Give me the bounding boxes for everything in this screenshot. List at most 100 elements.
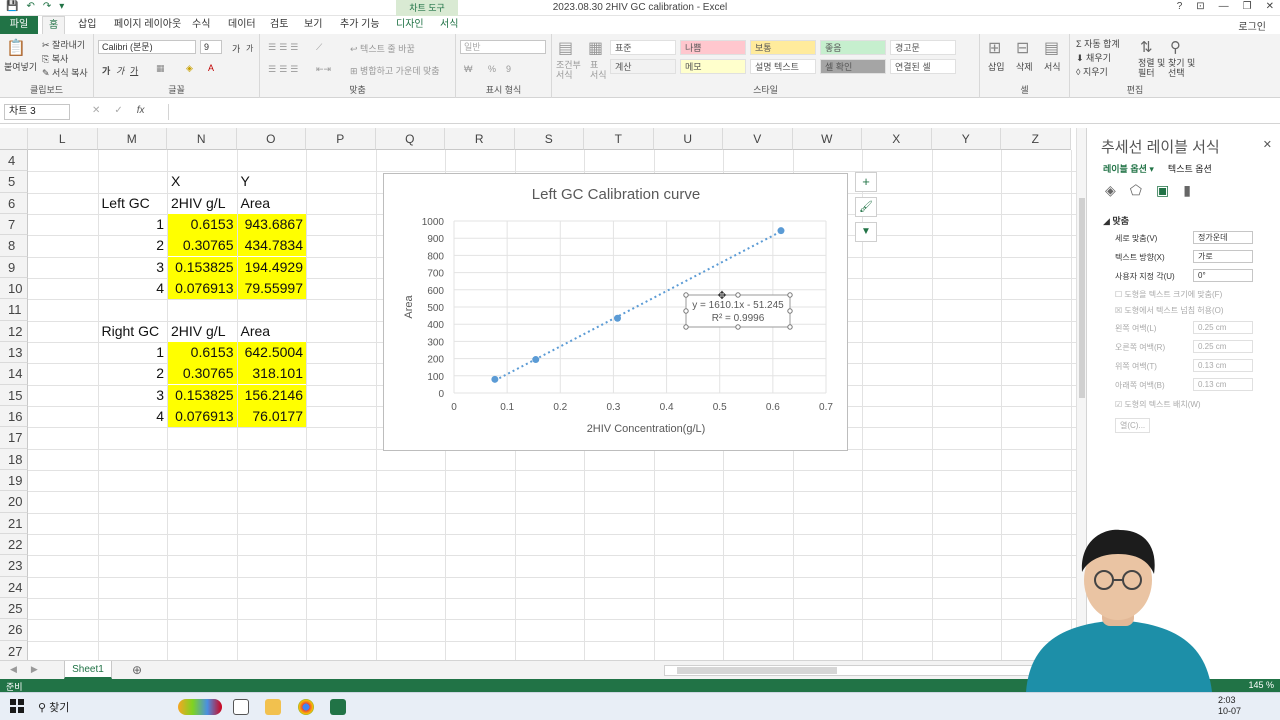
cell-o16[interactable]: 76.0177 (237, 405, 306, 427)
cell-m13[interactable]: 1 (99, 342, 168, 363)
minimize-button[interactable]: — (1219, 1, 1229, 12)
row-header-14[interactable]: 14 (0, 363, 28, 385)
column-header-w[interactable]: W (792, 128, 862, 150)
column-header-r[interactable]: R (445, 128, 515, 150)
row-header-11[interactable]: 11 (0, 299, 28, 321)
column-header-o[interactable]: O (236, 128, 306, 150)
excel-taskbar-icon[interactable] (330, 699, 346, 715)
tab-formulas[interactable]: 수식 (186, 16, 216, 34)
cell-o5[interactable]: Y (238, 171, 307, 192)
cell-n15[interactable]: 0.153825 (168, 384, 237, 406)
restore-button[interactable]: ❐ (1243, 1, 1252, 12)
cell-o14[interactable]: 318.101 (237, 363, 306, 385)
find-select-icon[interactable]: ⚲ (1170, 38, 1181, 56)
cell-m9[interactable]: 3 (99, 257, 168, 278)
font-name-select[interactable]: Calibri (본문) (98, 40, 196, 54)
cell-n13[interactable]: 0.6153 (168, 341, 237, 363)
formula-input[interactable] (168, 104, 1272, 120)
row-header-23[interactable]: 23 (0, 555, 28, 577)
paste-button[interactable]: 붙여넣기 (4, 60, 37, 73)
delete-cells-icon[interactable]: ⊟ (1016, 38, 1029, 58)
cell-m12[interactable]: Right GC (99, 321, 168, 342)
conditional-format-icon[interactable]: ▤ (558, 38, 573, 58)
prev-sheet-button[interactable]: ◀ (10, 664, 17, 675)
cell-style-1-3[interactable]: 셀 확인 (820, 59, 886, 74)
size-properties-icon[interactable]: ▣ (1156, 182, 1169, 199)
cell-o13[interactable]: 642.5004 (237, 341, 306, 363)
orientation-icon[interactable]: ⟋ (316, 42, 322, 53)
row-header-21[interactable]: 21 (0, 512, 28, 534)
tab-home[interactable]: 홈 (42, 16, 66, 34)
tab-data[interactable]: 데이터 (222, 16, 262, 34)
percent-button[interactable]: % (488, 64, 496, 74)
pane-close-button[interactable]: ✕ (1263, 138, 1272, 151)
horizontal-align-icons[interactable]: ☰☰☰ (268, 64, 301, 75)
cell-o8[interactable]: 434.7834 (237, 235, 306, 257)
cell-style-1-4[interactable]: 연결된 셀 (890, 59, 956, 74)
row-header-6[interactable]: 6 (0, 192, 28, 214)
row-header-7[interactable]: 7 (0, 213, 28, 236)
shrink-font-button[interactable]: 가 (246, 43, 253, 54)
horizontal-scroll-thumb[interactable] (677, 667, 837, 674)
cell-style-0-2[interactable]: 보통 (750, 40, 816, 55)
next-sheet-button[interactable]: ▶ (31, 664, 38, 675)
cell-style-0-4[interactable]: 경고문 (890, 40, 956, 55)
cell-o7[interactable]: 943.6867 (237, 213, 306, 235)
cell-n12[interactable]: 2HIV g/L (168, 321, 237, 342)
row-header-4[interactable]: 4 (0, 150, 28, 172)
number-format-select[interactable]: 일반 (460, 40, 546, 54)
comma-button[interactable]: 9 (506, 64, 511, 74)
enter-icon[interactable]: ✓ (114, 105, 122, 116)
cell-m14[interactable]: 2 (99, 363, 168, 384)
find-select-button[interactable]: 찾기 및 선택 (1168, 58, 1195, 78)
fill-color-icon[interactable]: ◈ (186, 63, 193, 74)
row-header-15[interactable]: 15 (0, 384, 28, 406)
wrap-text-button[interactable]: ↩ 텍스트 줄 바꿈 (350, 42, 415, 55)
format-painter-button[interactable]: ✎ 서식 복사 (42, 66, 88, 79)
autosum-button[interactable]: Σ 자동 합계 (1076, 37, 1120, 50)
cell-style-0-0[interactable]: 표준 (610, 40, 676, 55)
row-header-17[interactable]: 17 (0, 427, 28, 449)
tab-addins[interactable]: 추가 기능 (334, 16, 386, 34)
column-header-y[interactable]: Y (931, 128, 1001, 150)
cell-o10[interactable]: 79.55997 (237, 277, 306, 299)
cell-o15[interactable]: 156.2146 (237, 384, 306, 406)
row-header-20[interactable]: 20 (0, 491, 28, 513)
row-header-27[interactable]: 27 (0, 640, 28, 660)
copy-button[interactable]: ⎘ 복사 (42, 52, 68, 65)
format-cells-button[interactable]: 서식 (1044, 60, 1061, 73)
cell-style-1-0[interactable]: 계산 (610, 59, 676, 74)
row-header-12[interactable]: 12 (0, 320, 28, 342)
conditional-format-button[interactable]: 조건부 서식 (556, 60, 581, 80)
cell-style-1-2[interactable]: 설명 텍스트 (750, 59, 816, 74)
indent-icons[interactable]: ⇤⇥ (316, 64, 331, 75)
select-all-corner[interactable] (0, 128, 28, 150)
tab-text-options[interactable]: 텍스트 옵션 (1168, 162, 1212, 175)
font-color-icon[interactable]: A (208, 63, 214, 73)
name-box[interactable]: 차트 3 (4, 104, 70, 120)
cell-o6[interactable]: Area (238, 193, 307, 214)
column-header-q[interactable]: Q (375, 128, 445, 150)
column-header-v[interactable]: V (723, 128, 793, 150)
cell-style-0-3[interactable]: 좋음 (820, 40, 886, 55)
cell-o12[interactable]: Area (238, 321, 307, 342)
row-header-18[interactable]: 18 (0, 448, 28, 470)
file-explorer-icon[interactable] (265, 699, 281, 715)
margin-value-2[interactable]: 0.13 cm (1193, 359, 1253, 372)
cell-n10[interactable]: 0.076913 (168, 277, 237, 299)
column-header-l[interactable]: L (28, 128, 98, 150)
cell-n8[interactable]: 0.30765 (168, 235, 237, 257)
close-button[interactable]: ✕ (1266, 1, 1274, 12)
cell-n5[interactable]: X (168, 171, 237, 192)
alignment-section-header[interactable]: ◢ 맞춤 (1103, 214, 1129, 227)
cell-m15[interactable]: 3 (99, 385, 168, 406)
row-header-25[interactable]: 25 (0, 597, 28, 620)
horizontal-scrollbar[interactable] (664, 665, 1074, 676)
sheet-tab-sheet1[interactable]: Sheet1 (64, 661, 112, 679)
label-options-icon[interactable]: ▮ (1183, 182, 1191, 199)
autofit-checkbox[interactable]: ☐ 도형을 텍스트 크기에 맞춤(F) (1115, 289, 1222, 300)
column-header-t[interactable]: T (584, 128, 654, 150)
row-header-22[interactable]: 22 (0, 533, 28, 556)
chart-filters-button[interactable]: ▼ (855, 222, 877, 242)
cut-button[interactable]: ✂ 잘라내기 (42, 38, 85, 51)
